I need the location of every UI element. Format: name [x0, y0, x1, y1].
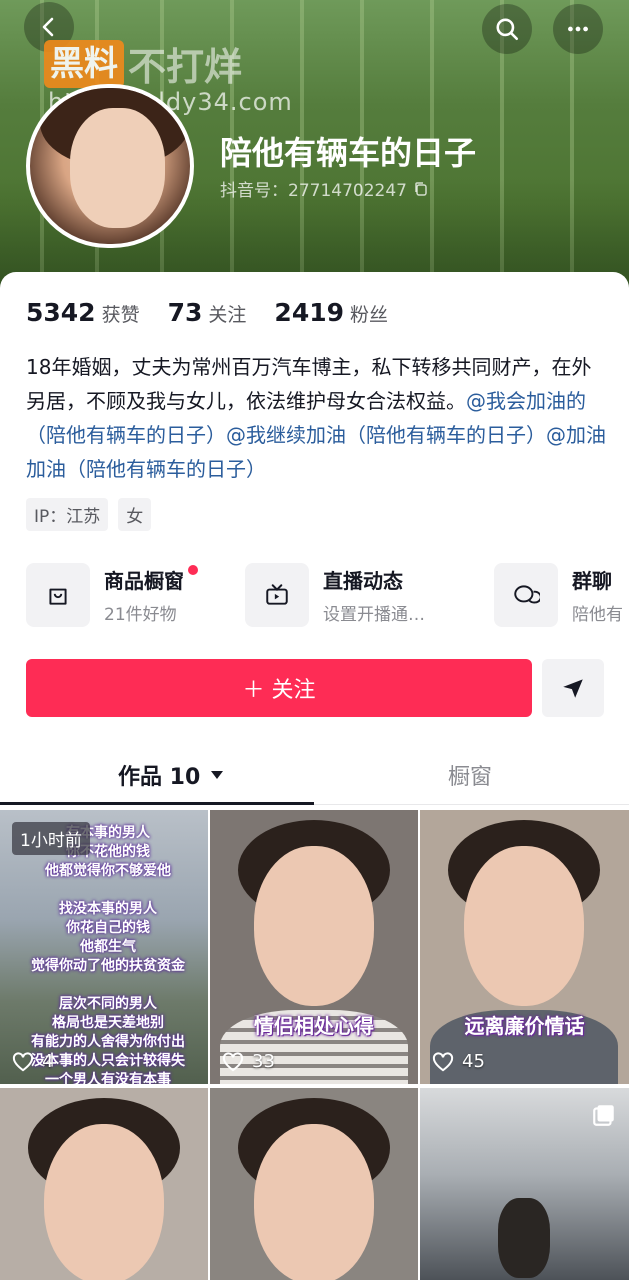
stat-value: 5342 — [26, 298, 96, 327]
tv-icon — [245, 563, 309, 627]
video-tile[interactable]: 有本事的男人 你不花他的钱 他都觉得你不够爱他 找没本事的男人 你花自己的钱 他… — [0, 810, 208, 1084]
feature-subtitle: 21件好物 — [104, 605, 177, 625]
feature-shop-window[interactable]: 商品橱窗 21件好物 — [26, 562, 198, 628]
search-icon — [496, 18, 519, 41]
heart-icon — [432, 1051, 454, 1071]
nickname: 陪他有辆车的日子 — [220, 134, 477, 172]
feature-group-chat[interactable]: 群聊 陪他有 — [494, 562, 623, 628]
video-tile[interactable]: 远离廉价情话 45 — [420, 810, 629, 1084]
stat-label: 粉丝 — [350, 304, 389, 326]
tab-shop-window[interactable]: 橱窗 — [448, 748, 492, 802]
notification-dot — [188, 565, 198, 575]
video-caption: 情侣相处心得 — [254, 1014, 374, 1038]
video-tile[interactable]: 情侣相处心得 33 — [210, 810, 418, 1084]
like-count-text: 4 — [42, 1051, 54, 1072]
stat-value: 73 — [167, 298, 203, 327]
bag-icon — [26, 563, 90, 627]
copy-icon[interactable] — [413, 181, 429, 197]
tab-works[interactable]: 作品 10 — [118, 748, 224, 802]
caret-down-icon[interactable] — [210, 770, 224, 780]
feature-subtitle: 设置开播通… — [323, 605, 425, 625]
heart-icon — [222, 1051, 244, 1071]
multi-image-icon — [593, 1105, 614, 1126]
avatar[interactable] — [26, 84, 194, 248]
like-count: 33 — [222, 1051, 275, 1072]
stat-label: 关注 — [208, 304, 247, 326]
video-tile[interactable] — [210, 1088, 418, 1280]
feature-row: 商品橱窗 21件好物 直播动态 设置开播通… 群聊 陪他有 — [26, 562, 629, 628]
feature-live[interactable]: 直播动态 设置开播通… — [245, 562, 425, 628]
douyin-id[interactable]: 抖音号：27714702247 — [220, 176, 429, 201]
active-tab-indicator — [0, 802, 314, 805]
feature-title: 直播动态 — [323, 569, 403, 593]
like-count: 45 — [432, 1051, 485, 1072]
follow-button[interactable]: ＋ 关注 — [26, 659, 532, 717]
feature-subtitle: 陪他有 — [572, 605, 623, 625]
video-overlay-text: 有本事的男人 你不花他的钱 他都觉得你不够爱他 找没本事的男人 你花自己的钱 他… — [31, 825, 185, 1084]
like-count-text: 33 — [252, 1051, 275, 1072]
like-count-text: 45 — [462, 1051, 485, 1072]
profile-tabs: 作品 10 橱窗 — [0, 748, 629, 806]
more-dots-icon — [568, 26, 588, 32]
watermark-text: 不打烊 — [128, 45, 243, 89]
tab-works-label: 作品 10 — [118, 765, 201, 790]
profile-page: 黑料 不打烊 https://hldy34.com 陪他有辆车的日子 抖音号：2… — [0, 0, 629, 1280]
stat-followers[interactable]: 2419 粉丝 — [274, 298, 388, 327]
time-badge: 1小时前 — [12, 822, 90, 855]
stat-following[interactable]: 73 关注 — [168, 298, 247, 327]
feature-title: 群聊 — [572, 569, 612, 593]
stat-label: 获赞 — [101, 304, 140, 326]
feature-title: 商品橱窗 — [104, 569, 184, 593]
heart-icon — [12, 1051, 34, 1071]
search-button[interactable] — [482, 4, 532, 54]
like-count: 4 — [12, 1051, 53, 1072]
gender-tag: 女 — [118, 498, 152, 531]
more-button[interactable] — [553, 4, 603, 54]
send-icon — [563, 679, 583, 698]
douyin-id-text: 抖音号：27714702247 — [220, 181, 407, 201]
profile-tags: IP：江苏 女 — [26, 498, 152, 531]
video-tile[interactable] — [420, 1088, 629, 1280]
video-caption: 远离廉价情话 — [464, 1014, 585, 1038]
watermark: 黑料 不打烊 — [44, 36, 242, 91]
stat-value: 2419 — [274, 298, 345, 327]
bio: 18年婚姻，丈夫为常州百万汽车博主，私下转移共同财产，在外另居，不顾及我与女儿，… — [26, 350, 606, 486]
ip-location-tag: IP：江苏 — [26, 498, 109, 531]
send-message-button[interactable] — [542, 659, 604, 717]
chat-icon — [494, 563, 558, 627]
stats-row: 5342 获赞 73 关注 2419 粉丝 — [26, 298, 416, 327]
video-tile[interactable] — [0, 1088, 208, 1280]
stat-likes[interactable]: 5342 获赞 — [26, 298, 140, 327]
watermark-box: 黑料 — [44, 39, 124, 88]
